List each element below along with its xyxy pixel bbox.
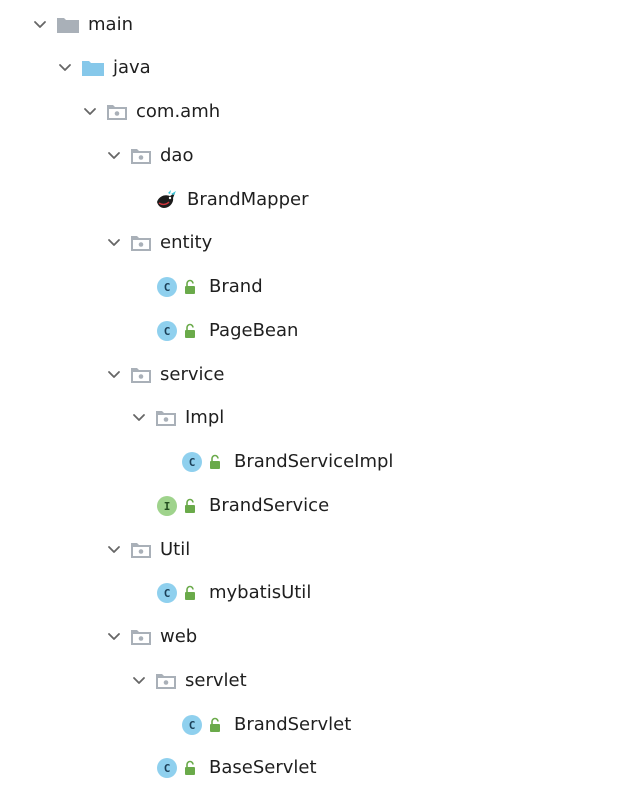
tree-item-label: servlet bbox=[185, 670, 247, 691]
tree-item-brandmapper[interactable]: BrandMapper bbox=[155, 185, 309, 215]
lock-open-icon bbox=[208, 717, 222, 733]
tree-item-label: com.amh bbox=[136, 101, 221, 122]
tree-item-label: BrandService bbox=[209, 495, 330, 516]
class-icon: C bbox=[157, 583, 177, 603]
chevron-down-icon[interactable] bbox=[106, 367, 122, 383]
tree-item-brandservlet[interactable]: C BrandServlet bbox=[182, 710, 351, 740]
tree-item-label: Impl bbox=[185, 407, 225, 428]
tree-item-label: Util bbox=[160, 539, 191, 560]
lock-open-icon bbox=[183, 585, 197, 601]
tree-item-baseservlet[interactable]: C BaseServlet bbox=[157, 753, 317, 783]
tree-item-label: entity bbox=[160, 232, 213, 253]
chevron-down-icon[interactable] bbox=[106, 629, 122, 645]
tree-item-com-amh[interactable]: com.amh bbox=[82, 97, 220, 127]
package-folder-icon bbox=[155, 409, 177, 427]
tree-item-util[interactable]: Util bbox=[106, 535, 190, 565]
tree-item-label: BrandServiceImpl bbox=[234, 451, 394, 472]
chevron-down-icon[interactable] bbox=[106, 148, 122, 164]
tree-item-brand[interactable]: C Brand bbox=[157, 272, 263, 302]
tree-item-mybatisutil[interactable]: C mybatisUtil bbox=[157, 578, 311, 608]
tree-item-brandservice[interactable]: I BrandService bbox=[157, 491, 329, 521]
mybatis-bird-icon bbox=[155, 188, 179, 212]
class-icon: C bbox=[157, 758, 177, 778]
class-icon: C bbox=[182, 452, 202, 472]
folder-icon bbox=[56, 15, 80, 35]
package-folder-icon bbox=[130, 147, 152, 165]
tree-item-impl[interactable]: Impl bbox=[131, 403, 224, 433]
package-folder-icon bbox=[130, 366, 152, 384]
tree-item-label: BaseServlet bbox=[209, 757, 317, 778]
chevron-down-icon[interactable] bbox=[32, 17, 48, 33]
package-folder-icon bbox=[106, 103, 128, 121]
lock-open-icon bbox=[208, 454, 222, 470]
project-tree: main java com.amh dao BrandMapper entity… bbox=[0, 0, 623, 790]
lock-open-icon bbox=[183, 323, 197, 339]
tree-item-label: main bbox=[88, 14, 133, 35]
tree-item-label: web bbox=[160, 626, 198, 647]
tree-item-label: mybatisUtil bbox=[209, 582, 312, 603]
chevron-down-icon[interactable] bbox=[82, 104, 98, 120]
package-folder-icon bbox=[130, 541, 152, 559]
package-folder-icon bbox=[130, 234, 152, 252]
package-folder-icon bbox=[130, 628, 152, 646]
tree-item-java[interactable]: java bbox=[57, 53, 151, 83]
chevron-down-icon[interactable] bbox=[57, 60, 73, 76]
tree-item-label: BrandMapper bbox=[187, 189, 309, 210]
tree-item-label: BrandServlet bbox=[234, 714, 352, 735]
interface-icon: I bbox=[157, 496, 177, 516]
lock-open-icon bbox=[183, 760, 197, 776]
lock-open-icon bbox=[183, 279, 197, 295]
lock-open-icon bbox=[183, 498, 197, 514]
class-icon: C bbox=[157, 277, 177, 297]
tree-item-dao[interactable]: dao bbox=[106, 141, 193, 171]
tree-item-servlet[interactable]: servlet bbox=[131, 666, 247, 696]
tree-item-pagebean[interactable]: C PageBean bbox=[157, 316, 298, 346]
tree-item-label: java bbox=[113, 57, 151, 78]
tree-item-label: PageBean bbox=[209, 320, 299, 341]
tree-item-label: service bbox=[160, 364, 225, 385]
tree-item-main[interactable]: main bbox=[32, 10, 133, 40]
tree-item-service[interactable]: service bbox=[106, 360, 224, 390]
chevron-down-icon[interactable] bbox=[131, 410, 147, 426]
chevron-down-icon[interactable] bbox=[106, 235, 122, 251]
tree-item-web[interactable]: web bbox=[106, 622, 197, 652]
class-icon: C bbox=[157, 321, 177, 341]
package-folder-icon bbox=[155, 672, 177, 690]
chevron-down-icon[interactable] bbox=[131, 673, 147, 689]
tree-item-brandserviceimpl[interactable]: C BrandServiceImpl bbox=[182, 447, 393, 477]
tree-item-label: Brand bbox=[209, 276, 263, 297]
folder-icon bbox=[81, 58, 105, 78]
class-icon: C bbox=[182, 715, 202, 735]
chevron-down-icon[interactable] bbox=[106, 542, 122, 558]
tree-item-entity[interactable]: entity bbox=[106, 228, 212, 258]
tree-item-label: dao bbox=[160, 145, 194, 166]
